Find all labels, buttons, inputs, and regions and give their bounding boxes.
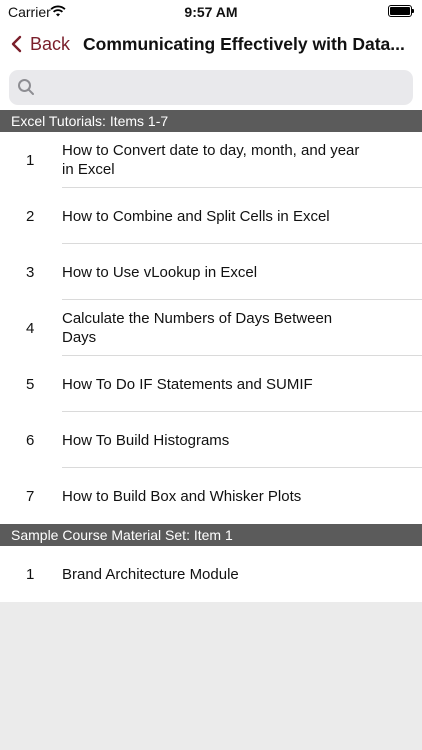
list-item[interactable]: 5 How To Do IF Statements and SUMIF — [0, 356, 422, 412]
section-header-excel-tutorials: Excel Tutorials: Items 1-7 — [0, 110, 422, 132]
list-item[interactable]: 7 How to Build Box and Whisker Plots — [0, 468, 422, 524]
search-bar — [0, 64, 422, 110]
item-number: 5 — [26, 375, 35, 393]
page-title: Communicating Effectively with Data... — [83, 34, 405, 54]
back-button[interactable]: Back — [10, 32, 70, 56]
list-item[interactable]: 6 How To Build Histograms — [0, 412, 422, 468]
item-number: 7 — [26, 487, 35, 505]
item-number: 6 — [26, 431, 35, 449]
item-title: How to Combine and Split Cells in Excel — [62, 207, 330, 225]
section-header-sample-course-material: Sample Course Material Set: Item 1 — [0, 524, 422, 546]
item-title: How to Build Box and Whisker Plots — [62, 487, 302, 505]
back-label: Back — [30, 33, 71, 54]
list-item[interactable]: 1 How to Convert date to day, month, and… — [0, 132, 422, 188]
list-item[interactable]: 3 How to Use vLookup in Excel — [0, 244, 422, 300]
item-title: Brand Architecture Module — [62, 565, 239, 583]
navigation-bar: Back Communicating Effectively with Data… — [0, 24, 422, 64]
search-icon — [18, 79, 34, 95]
item-number: 3 — [26, 263, 35, 281]
item-title: How To Build Histograms — [62, 431, 230, 449]
item-title: How to Use vLookup in Excel — [62, 263, 258, 281]
list-item[interactable]: 4 Calculate the Numbers of Days Between … — [0, 300, 422, 356]
item-title: Calculate the Numbers of Days Between Da… — [62, 310, 333, 346]
battery-icon — [388, 5, 414, 17]
item-number: 2 — [26, 207, 35, 225]
list-item[interactable]: 1 Brand Architecture Module — [0, 546, 422, 602]
item-number: 1 — [26, 565, 35, 583]
item-title: How to Convert date to day, month, and y… — [62, 142, 360, 178]
search-input[interactable] — [43, 70, 407, 107]
chevron-left-icon — [11, 35, 22, 53]
item-number: 1 — [26, 151, 35, 169]
item-number: 4 — [26, 319, 35, 337]
item-title: How To Do IF Statements and SUMIF — [62, 375, 313, 393]
status-time: 9:57 AM — [184, 4, 238, 20]
status-bar: Carrier 9:57 AM — [0, 0, 422, 24]
search-field[interactable] — [9, 70, 413, 107]
list-item[interactable]: 2 How to Combine and Split Cells in Exce… — [0, 188, 422, 244]
